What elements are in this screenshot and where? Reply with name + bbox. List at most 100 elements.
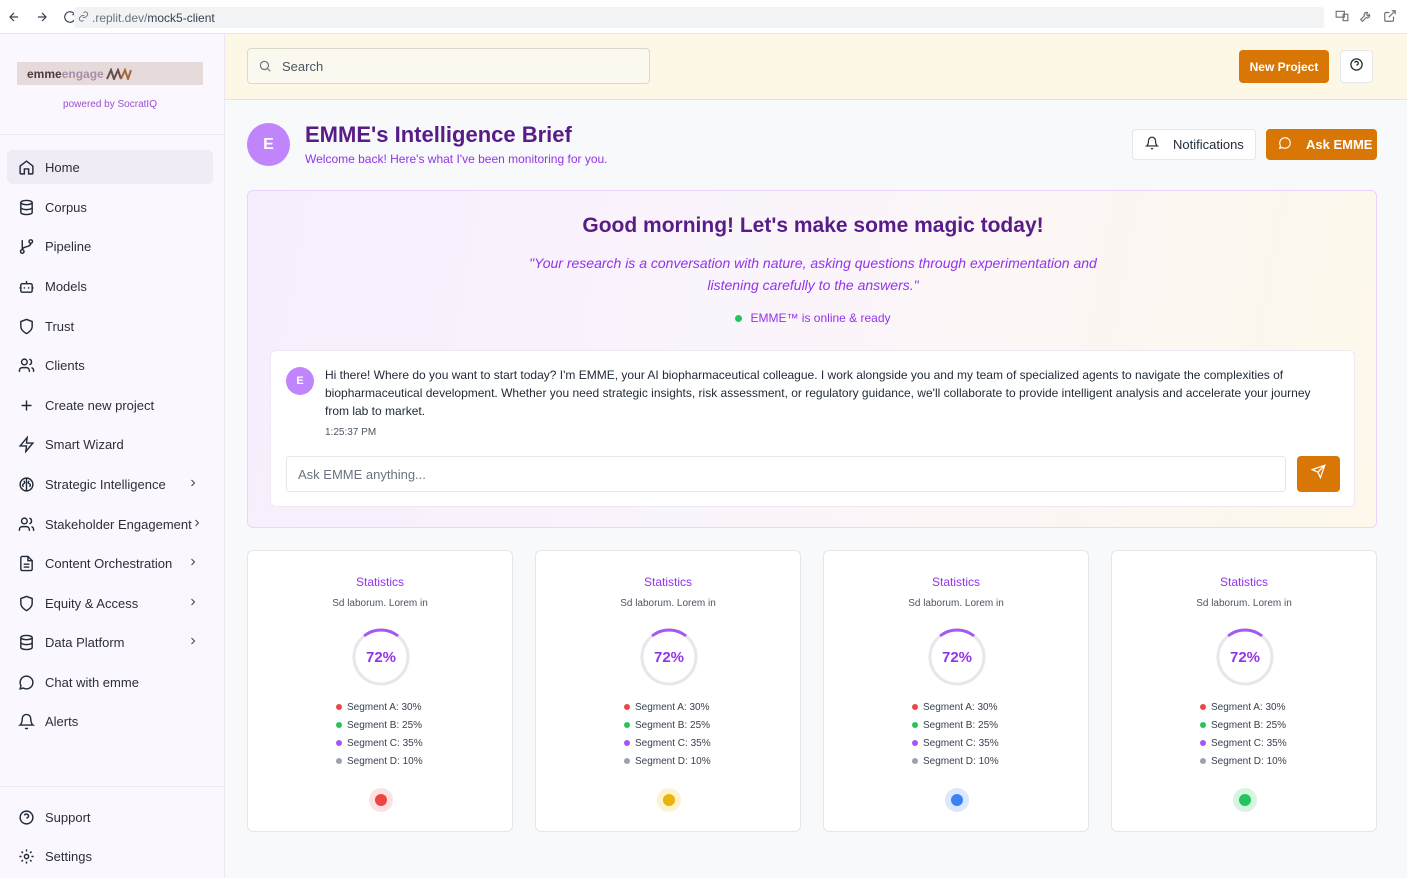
sidebar-item-content-orchestration[interactable]: Content Orchestration — [7, 546, 213, 580]
notifications-button[interactable]: Notifications — [1132, 129, 1256, 160]
sidebar-item-strategic-intelligence[interactable]: Strategic Intelligence — [7, 467, 213, 501]
chat-avatar: E — [286, 367, 314, 395]
wrench-icon[interactable] — [1359, 9, 1373, 28]
status-indicator — [945, 788, 969, 812]
send-button[interactable] — [1297, 456, 1340, 492]
legend-label: Segment C: 35% — [923, 737, 999, 749]
brand-logo[interactable]: emme engage — [17, 62, 203, 85]
sidebar-item-label: Models — [45, 278, 87, 294]
message-circle-icon — [17, 673, 35, 691]
chat-timestamp: 1:25:37 PM — [325, 427, 377, 438]
address-bar[interactable]: .replit.dev/mock5-client — [74, 7, 1324, 28]
card-subtitle: Sd laborum. Lorem in — [620, 598, 716, 609]
legend-dot — [336, 704, 342, 710]
sidebar-item-stakeholder-engagement[interactable]: Stakeholder Engagement — [7, 507, 213, 541]
legend-dot — [1200, 704, 1206, 710]
forward-icon[interactable] — [32, 7, 52, 27]
chevron-right-icon[interactable] — [187, 596, 199, 611]
card-title: Statistics — [643, 575, 692, 589]
segment-legend: Segment A: 30% Segment B: 25% Segment C: 3… — [336, 698, 423, 770]
chevron-right-icon[interactable] — [187, 556, 199, 571]
legend-label: Segment A: 30% — [635, 701, 710, 713]
sidebar-item-label: Alerts — [45, 713, 79, 729]
status-indicator — [1233, 788, 1257, 812]
status-indicator-dot — [1239, 794, 1251, 806]
ask-emme-button[interactable]: Ask EMME — [1266, 129, 1377, 160]
help-button[interactable] — [1340, 50, 1373, 83]
legend-label: Segment B: 25% — [923, 719, 999, 731]
sidebar-item-settings[interactable]: Settings — [7, 839, 213, 873]
brain-icon — [17, 475, 35, 493]
sidebar-item-equity-access[interactable]: Equity & Access — [7, 586, 213, 620]
database-icon — [17, 633, 35, 651]
legend-dot — [1200, 740, 1206, 746]
file-text-icon — [17, 554, 35, 572]
sidebar-item-label: Home — [45, 159, 80, 175]
sidebar-item-chat-with-emme[interactable]: Chat with emme — [7, 665, 213, 699]
bell-icon — [17, 712, 35, 730]
page-subtitle: Welcome back! Here's what I've been moni… — [305, 152, 608, 166]
card-subtitle: Sd laborum. Lorem in — [332, 598, 428, 609]
search-input[interactable]: Search — [247, 48, 650, 84]
legend-label: Segment A: 30% — [1211, 701, 1286, 713]
legend-item: Segment D: 10% — [912, 752, 999, 770]
legend-dot — [1200, 722, 1206, 728]
divider — [0, 786, 224, 787]
sidebar-item-clients[interactable]: Clients — [7, 348, 213, 382]
main-content: Search New Project E EMME's Intelligence… — [225, 34, 1407, 878]
sidebar-item-alerts[interactable]: Alerts — [7, 704, 213, 738]
sidebar-item-support[interactable]: Support — [7, 800, 213, 834]
sidebar: emme engage powered by SocratIQ Home Corp… — [0, 34, 225, 878]
legend-dot — [624, 740, 630, 746]
sidebar-item-data-platform[interactable]: Data Platform — [7, 625, 213, 659]
status-indicator-dot — [951, 794, 963, 806]
gear-icon — [17, 847, 35, 865]
users-icon — [17, 356, 35, 374]
legend-item: Segment C: 35% — [336, 734, 423, 752]
legend-dot — [912, 758, 918, 764]
legend-dot — [912, 722, 918, 728]
progress-value: 72% — [365, 648, 397, 666]
sidebar-item-label: Clients — [45, 357, 85, 373]
sidebar-item-smart-wizard[interactable]: Smart Wizard — [7, 427, 213, 461]
sidebar-item-label: Equity & Access — [45, 595, 139, 611]
bot-icon — [17, 277, 35, 295]
legend-label: Segment D: 10% — [347, 755, 423, 767]
statistics-card: Statistics Sd laborum. Lorem in 72% Segment… — [247, 550, 513, 832]
card-subtitle: Sd laborum. Lorem in — [1196, 598, 1292, 609]
sidebar-item-create-new-project[interactable]: Create new project — [7, 388, 213, 422]
sidebar-item-label: Create new project — [45, 397, 155, 413]
status-dot — [735, 314, 743, 322]
help-circle-icon — [17, 808, 35, 826]
shield-icon — [17, 317, 35, 335]
legend-item: Segment A: 30% — [336, 698, 423, 716]
bell-icon — [1144, 136, 1160, 153]
sidebar-item-home[interactable]: Home — [7, 150, 213, 184]
external-link-icon[interactable] — [1383, 9, 1397, 28]
sidebar-item-trust[interactable]: Trust — [7, 309, 213, 343]
chat-message: Hi there! Where do you want to start tod… — [325, 368, 1311, 418]
legend-label: Segment D: 10% — [1211, 755, 1287, 767]
chevron-right-icon[interactable] — [187, 635, 199, 650]
legend-item: Segment A: 30% — [624, 698, 711, 716]
new-project-button[interactable]: New Project — [1239, 50, 1329, 83]
chevron-right-icon[interactable] — [191, 517, 203, 532]
sidebar-item-pipeline[interactable]: Pipeline — [7, 229, 213, 263]
greeting-panel: Good morning! Let's make some magic toda… — [247, 190, 1377, 528]
statistics-card: Statistics Sd laborum. Lorem in 72% Segment… — [535, 550, 801, 832]
database-icon — [17, 198, 35, 216]
legend-dot — [912, 740, 918, 746]
chevron-right-icon[interactable] — [187, 477, 199, 492]
status-indicator-dot — [663, 794, 675, 806]
legend-item: Segment D: 10% — [1200, 752, 1287, 770]
greeting-title: Good morning! Let's make some magic toda… — [582, 214, 1044, 237]
search-icon — [258, 59, 272, 73]
legend-item: Segment B: 25% — [912, 716, 999, 734]
sidebar-item-models[interactable]: Models — [7, 269, 213, 303]
devices-icon[interactable] — [1335, 9, 1349, 28]
chat-input[interactable]: Ask EMME anything... — [286, 456, 1286, 492]
greeting-quote: "Your research is a conversation with na… — [529, 255, 1097, 293]
chat-input-placeholder: Ask EMME anything... — [298, 466, 426, 482]
back-icon[interactable] — [4, 7, 24, 27]
sidebar-item-corpus[interactable]: Corpus — [7, 190, 213, 224]
